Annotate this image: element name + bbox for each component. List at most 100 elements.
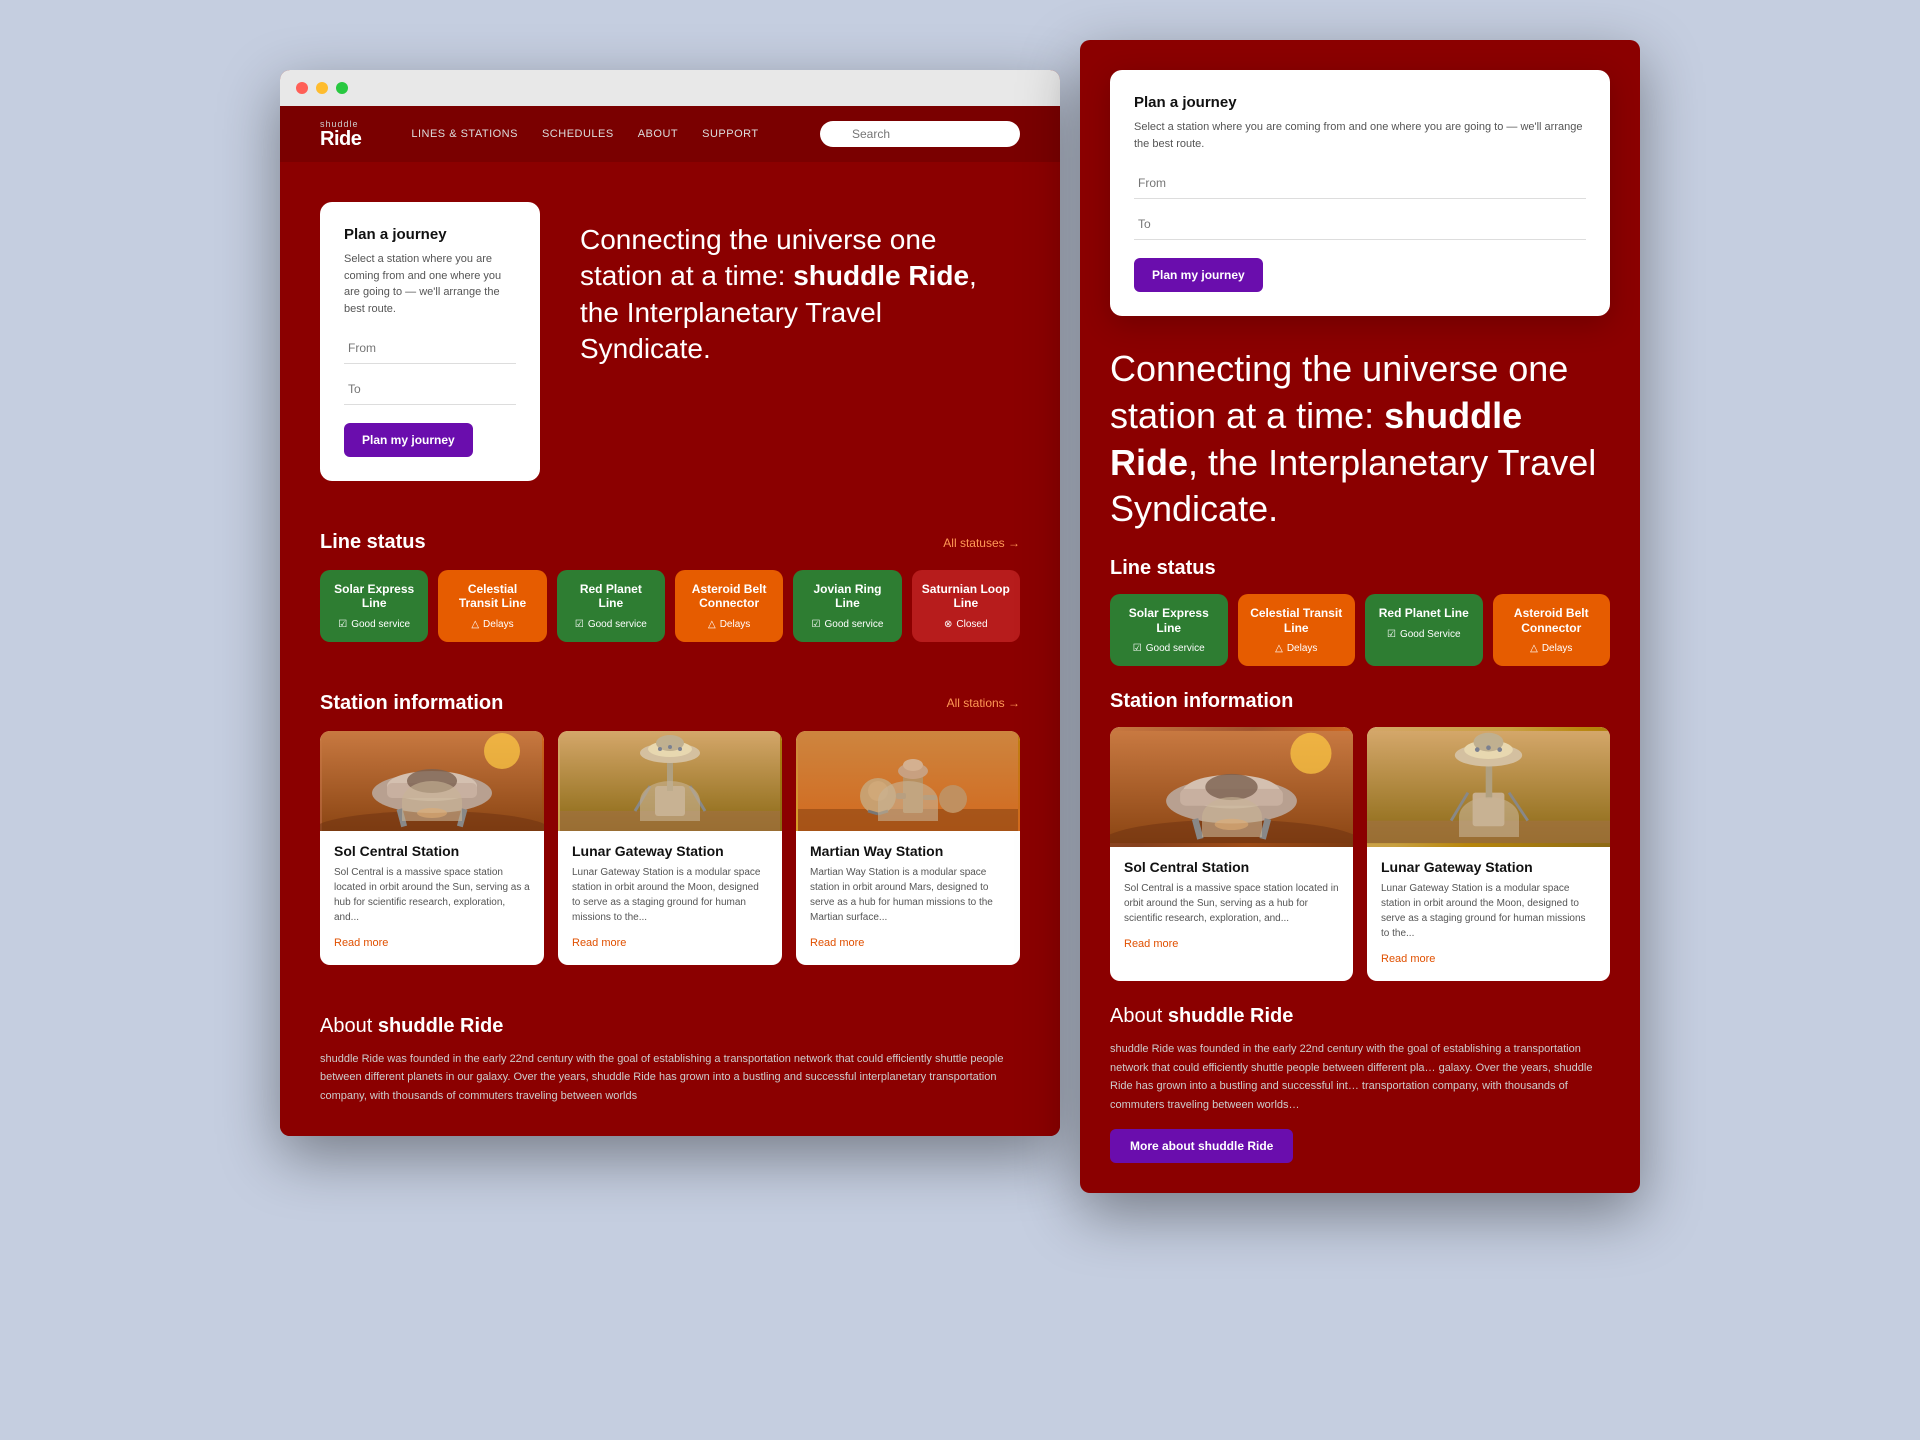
good-service-icon-2: ☑ [575,619,584,630]
right-good-icon-2: ☑ [1387,629,1396,640]
line-card-solar[interactable]: Solar Express Line ☑ Good service [320,570,428,642]
line-status-text-saturnian: Closed [956,619,987,630]
hero-text-right: Connecting the universe one station at a… [1080,316,1640,533]
about-section: About shuddle Ride shuddle Ride was foun… [280,995,1060,1136]
right-lunar-desc: Lunar Gateway Station is a modular space… [1381,881,1596,941]
station-card-sol[interactable]: Sol Central Station Sol Central is a mas… [320,731,544,965]
station-card-martian[interactable]: Martian Way Station Martian Way Station … [796,731,1020,965]
about-title-prefix: About [320,1015,378,1037]
line-status-section: Line status All statuses → Solar Express… [280,511,1060,672]
hero-headline-right: Connecting the universe one station at a… [1110,346,1610,533]
line-card-jovian[interactable]: Jovian Ring Line ☑ Good service [793,570,901,642]
maximize-dot[interactable] [336,82,348,94]
journey-card: Plan a journey Select a station where yo… [320,202,540,481]
search-input[interactable] [820,121,1020,147]
nav-lines-stations[interactable]: Lines & Stations [411,128,518,140]
right-line-grid: Solar Express Line ☑ Good service Celest… [1110,594,1610,666]
station-lunar-readmore[interactable]: Read more [572,937,626,949]
floating-plan-button[interactable]: Plan my journey [1134,258,1263,292]
plan-journey-button[interactable]: Plan my journey [344,423,473,457]
station-info-title: Station information [320,692,503,715]
line-status-celestial: △ Delays [448,619,536,630]
right-sol-readmore[interactable]: Read more [1124,938,1178,950]
right-line-asteroid[interactable]: Asteroid Belt Connector △ Delays [1493,594,1611,666]
closed-icon: ⊗ [944,619,952,630]
all-stations-link[interactable]: All stations → [947,696,1020,710]
right-station-img-lunar [1367,727,1610,847]
right-lunar-name: Lunar Gateway Station [1381,859,1596,875]
right-lunar-body: Lunar Gateway Station Lunar Gateway Stat… [1367,847,1610,981]
floating-from-input[interactable] [1134,168,1586,199]
station-img-sol [320,731,544,831]
line-status-text-celestial: Delays [483,619,514,630]
line-status-text-jovian: Good service [825,619,884,630]
from-input[interactable] [344,333,516,364]
minimize-dot[interactable] [316,82,328,94]
station-card-lunar[interactable]: Lunar Gateway Station Lunar Gateway Stat… [558,731,782,965]
right-station-title: Station information [1110,690,1610,713]
station-martian-name: Martian Way Station [810,843,1006,859]
right-line-status-celestial: △ Delays [1248,643,1346,654]
right-lunar-readmore[interactable]: Read more [1381,953,1435,965]
navigation: shuddle Ride Lines & Stations Schedules … [280,106,1060,162]
right-station-img-sol [1110,727,1353,847]
line-card-saturnian[interactable]: Saturnian Loop Line ⊗ Closed [912,570,1020,642]
floating-to-input[interactable] [1134,209,1586,240]
nav-schedules[interactable]: Schedules [542,128,614,140]
about-right-title: About shuddle Ride [1110,1005,1610,1028]
to-input[interactable] [344,374,516,405]
station-martian-desc: Martian Way Station is a modular space s… [810,865,1006,925]
right-line-status-redplanet: ☑ Good Service [1375,629,1473,640]
hero-headline: Connecting the universe one station at a… [580,222,1020,368]
station-img-lunar [558,731,782,831]
station-sol-name: Sol Central Station [334,843,530,859]
delays-icon-2: △ [708,619,716,630]
station-info-header: Station information All stations → [320,692,1020,715]
logo[interactable]: shuddle Ride [320,120,361,149]
line-name-jovian: Jovian Ring Line [803,582,891,611]
right-station-lunar[interactable]: Lunar Gateway Station Lunar Gateway Stat… [1367,727,1610,981]
line-status-redplanet: ☑ Good service [567,619,655,630]
right-sol-desc: Sol Central is a massive space station l… [1124,881,1339,926]
station-martian-readmore[interactable]: Read more [810,937,864,949]
journey-card-title: Plan a journey [344,226,516,243]
hero-section: Plan a journey Select a station where yo… [280,162,1060,511]
all-statuses-link[interactable]: All statuses → [943,536,1020,550]
logo-big: Ride [320,129,361,149]
more-about-button[interactable]: More about shuddle Ride [1110,1129,1293,1163]
right-line-name-asteroid: Asteroid Belt Connector [1503,606,1601,635]
nav-about[interactable]: About [638,128,678,140]
line-status-jovian: ☑ Good service [803,619,891,630]
line-status-text-asteroid: Delays [720,619,751,630]
search-wrapper: 🔍 [820,121,1020,147]
nav-support[interactable]: Support [702,128,758,140]
close-dot[interactable] [296,82,308,94]
browser-window: shuddle Ride Lines & Stations Schedules … [280,70,1060,1136]
right-delays-icon: △ [1275,643,1283,654]
line-status-grid: Solar Express Line ☑ Good service Celest… [320,570,1020,642]
right-line-celestial[interactable]: Celestial Transit Line △ Delays [1238,594,1356,666]
good-service-icon-3: ☑ [812,619,821,630]
station-sol-readmore[interactable]: Read more [334,937,388,949]
right-line-name-solar: Solar Express Line [1120,606,1218,635]
line-status-saturnian: ⊗ Closed [922,619,1010,630]
right-line-solar[interactable]: Solar Express Line ☑ Good service [1110,594,1228,666]
line-name-redplanet: Red Planet Line [567,582,655,611]
line-card-celestial[interactable]: Celestial Transit Line △ Delays [438,570,546,642]
right-status-text-solar: Good service [1146,643,1205,654]
line-name-celestial: Celestial Transit Line [448,582,536,611]
line-name-asteroid: Asteroid Belt Connector [685,582,773,611]
about-right: About shuddle Ride shuddle Ride was foun… [1080,981,1640,1163]
about-right-text: shuddle Ride was founded in the early 22… [1110,1040,1610,1115]
right-line-name-redplanet: Red Planet Line [1375,606,1473,620]
right-line-status: Line status Solar Express Line ☑ Good se… [1080,533,1640,666]
right-line-status-asteroid: △ Delays [1503,643,1601,654]
line-card-redplanet[interactable]: Red Planet Line ☑ Good service [557,570,665,642]
right-station-sol[interactable]: Sol Central Station Sol Central is a mas… [1110,727,1353,981]
line-name-solar: Solar Express Line [330,582,418,611]
line-card-asteroid[interactable]: Asteroid Belt Connector △ Delays [675,570,783,642]
about-title: About shuddle Ride [320,1015,1020,1038]
right-line-name-celestial: Celestial Transit Line [1248,606,1346,635]
right-line-redplanet[interactable]: Red Planet Line ☑ Good Service [1365,594,1483,666]
right-status-text-celestial: Delays [1287,643,1318,654]
